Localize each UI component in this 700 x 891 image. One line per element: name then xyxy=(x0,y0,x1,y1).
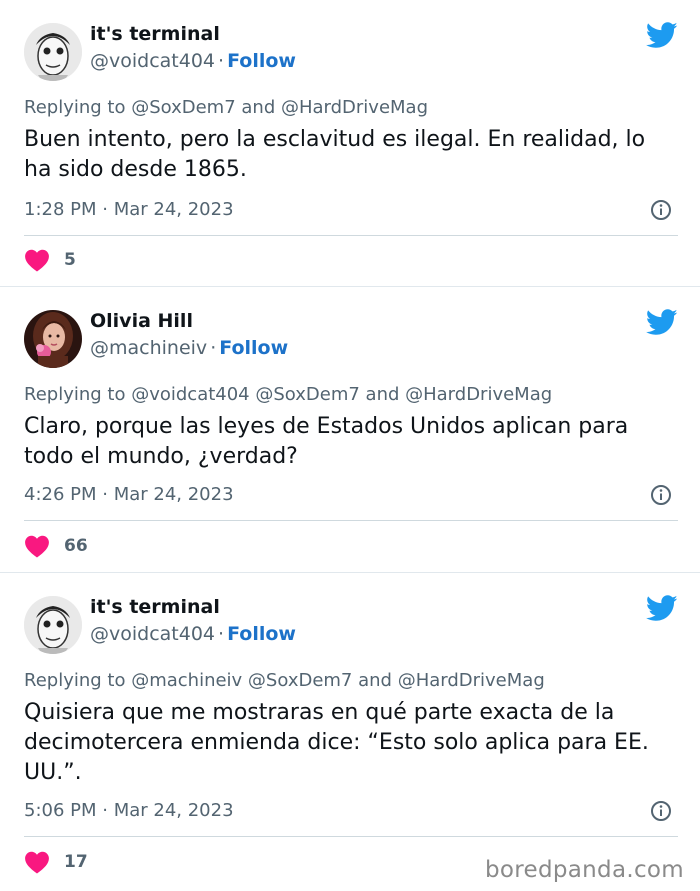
divider xyxy=(24,520,678,521)
info-icon[interactable] xyxy=(650,800,672,822)
separator-dot: · xyxy=(218,623,225,645)
like-count: 17 xyxy=(64,852,88,872)
replying-to: Replying to @SoxDem7 and @HardDriveMag xyxy=(24,97,429,118)
heart-icon xyxy=(25,249,49,272)
display-name[interactable]: it's terminal xyxy=(90,595,220,619)
separator-dot: · xyxy=(218,50,225,72)
user-handle[interactable]: @voidcat404 xyxy=(90,50,215,72)
heart-icon xyxy=(25,851,49,874)
divider xyxy=(24,235,678,236)
user-handle[interactable]: @machineiv xyxy=(90,337,207,359)
avatar[interactable] xyxy=(24,310,82,368)
info-icon[interactable] xyxy=(650,484,672,506)
replying-to: Replying to @voidcat404 @SoxDem7 and @Ha… xyxy=(24,384,553,405)
handle-line: @voidcat404 · Follow xyxy=(90,49,296,73)
like-button[interactable]: 66 xyxy=(24,533,88,559)
avatar[interactable] xyxy=(24,23,82,81)
avatar[interactable] xyxy=(24,596,82,654)
follow-button[interactable]: Follow xyxy=(219,337,288,359)
timestamp[interactable]: 5:06 PM · Mar 24, 2023 xyxy=(24,799,234,823)
display-name[interactable]: it's terminal xyxy=(90,22,220,46)
tweet-card: it's terminal @voidcat404 · Follow Replyin… xyxy=(0,0,700,287)
follow-button[interactable]: Follow xyxy=(227,623,296,645)
like-button[interactable]: 5 xyxy=(24,247,76,273)
handle-line: @machineiv · Follow xyxy=(90,336,288,360)
like-count: 66 xyxy=(64,536,88,556)
tweet-card: Olivia Hill @machineiv · Follow Replying t… xyxy=(0,287,700,573)
display-name[interactable]: Olivia Hill xyxy=(90,309,193,333)
timestamp[interactable]: 1:28 PM · Mar 24, 2023 xyxy=(24,198,234,222)
tweet-text: Quisiera que me mostraras en qué parte e… xyxy=(24,700,649,785)
info-icon[interactable] xyxy=(650,199,672,221)
user-handle[interactable]: @voidcat404 xyxy=(90,623,215,645)
like-count: 5 xyxy=(64,250,76,270)
follow-button[interactable]: Follow xyxy=(227,50,296,72)
timestamp[interactable]: 4:26 PM · Mar 24, 2023 xyxy=(24,483,234,507)
tweet-card: it's terminal @voidcat404 · Follow Replyin… xyxy=(0,573,700,891)
heart-icon xyxy=(25,535,49,558)
tweet-text: Claro, porque las leyes de Estados Unido… xyxy=(24,414,629,469)
twitter-bird-icon[interactable] xyxy=(646,595,678,622)
divider xyxy=(24,836,678,837)
twitter-bird-icon[interactable] xyxy=(646,22,678,49)
handle-line: @voidcat404 · Follow xyxy=(90,622,296,646)
replying-to: Replying to @machineiv @SoxDem7 and @Har… xyxy=(24,670,545,691)
like-button[interactable]: 17 xyxy=(24,849,88,875)
twitter-bird-icon[interactable] xyxy=(646,309,678,336)
watermark: boredpanda.com xyxy=(485,857,684,883)
tweet-text: Buen intento, pero la esclavitud es ileg… xyxy=(24,127,646,182)
separator-dot: · xyxy=(210,337,217,359)
